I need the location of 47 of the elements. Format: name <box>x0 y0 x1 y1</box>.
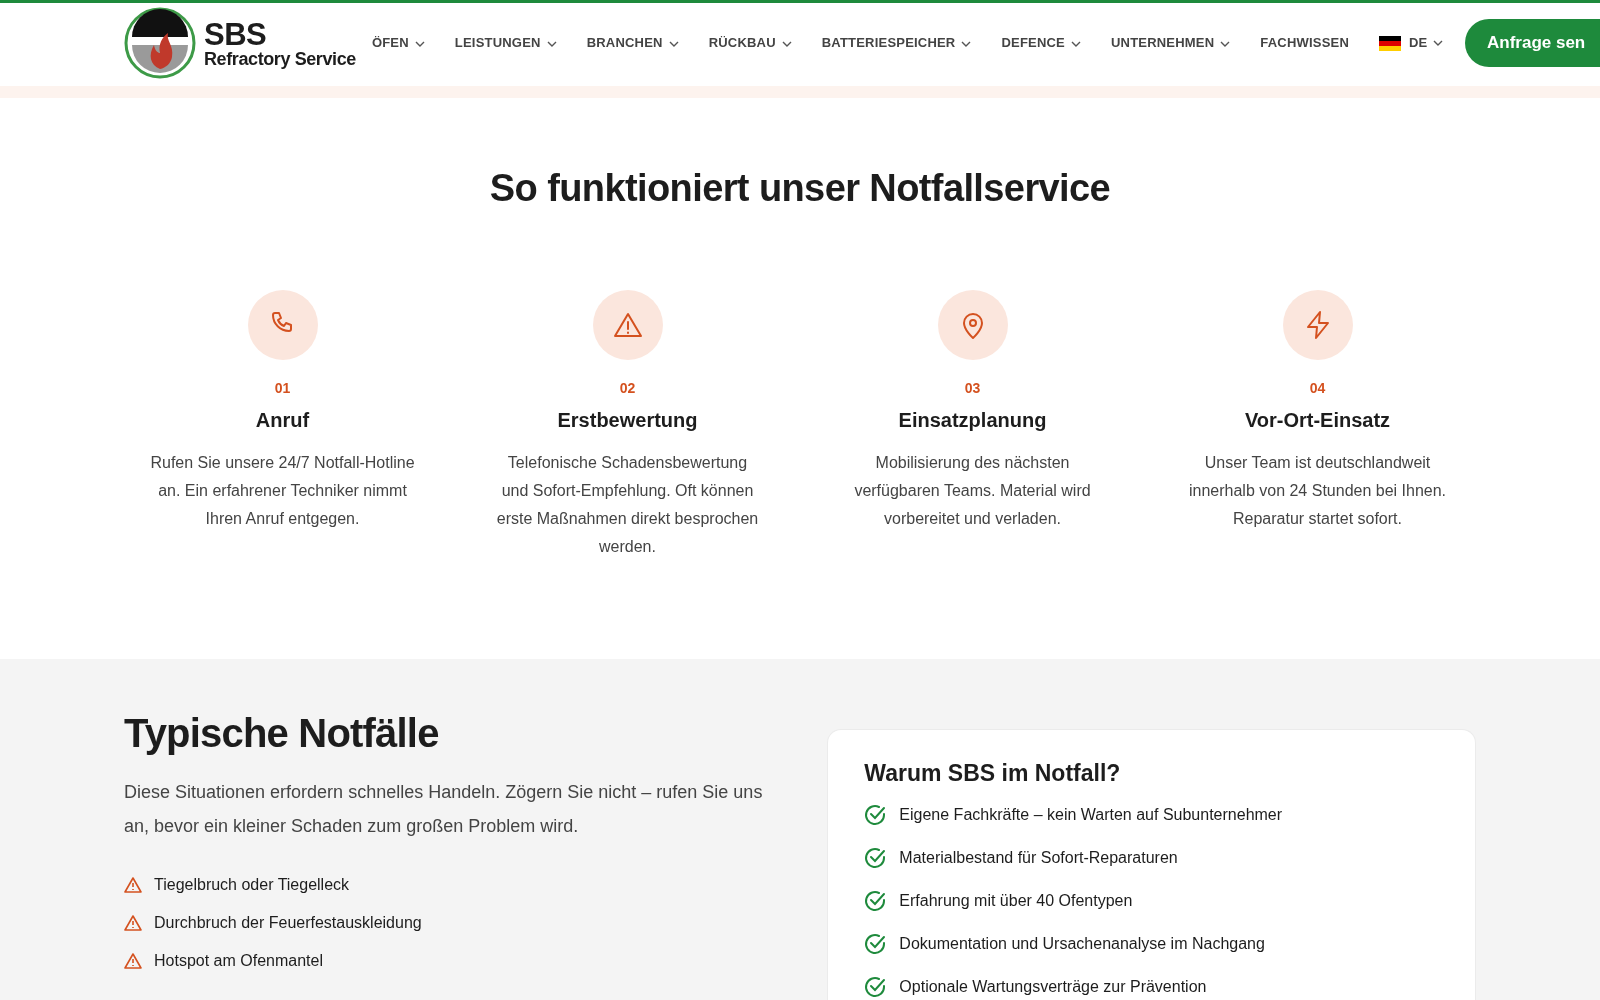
step-title: Anruf <box>255 407 310 433</box>
step-title: Einsatzplanung <box>898 407 1047 433</box>
warning-icon <box>124 952 142 969</box>
nav-link[interactable]: FACHWISSEN <box>1260 33 1349 53</box>
step-number: 04 <box>1309 378 1326 398</box>
list-item-text: Erfahrung mit über 40 Ofentypen <box>899 890 1133 911</box>
warning-icon <box>124 876 142 893</box>
nav-link[interactable]: RÜCKBAU <box>708 33 792 53</box>
logo-text: SBS <box>204 18 268 50</box>
nav-link[interactable]: BRANCHEN <box>586 33 679 53</box>
nav-link[interactable]: DEFENCE <box>1001 33 1081 53</box>
language-selector[interactable]: DE <box>1378 33 1444 53</box>
request-button[interactable]: Anfrage sen <box>1465 19 1600 67</box>
check-circle-icon <box>864 932 887 955</box>
check-circle-icon <box>864 975 887 998</box>
list-item-text: Tiegelbruch oder Tiegelleck <box>154 874 350 895</box>
nav-link[interactable]: LEISTUNGEN <box>454 33 557 53</box>
check-circle-icon <box>864 846 887 869</box>
list-item-text: Hotspot am Ofenmantel <box>154 950 323 971</box>
nav-link[interactable]: BATTERIESPEICHER <box>821 33 972 53</box>
check-circle-icon <box>864 803 887 826</box>
step-number: 02 <box>619 378 636 398</box>
list-item-text: Optionale Wartungsverträge zur Prävention <box>899 976 1207 997</box>
step-description: Unser Team ist deutschlandweit innerhalb von 24 Stunden bei Ihnen. Reparatur startet sofort. <box>1187 452 1448 529</box>
card-title: Warum SBS im Notfall? <box>864 759 1122 788</box>
step-description: Telefonische Schadensbewertung und Sofort-Empfehlung. Oft können erste Maßnahmen direkt besprochen werden. <box>495 452 760 557</box>
step-number: 03 <box>964 378 981 398</box>
check-circle-icon <box>864 889 887 912</box>
list-item-text: Materialbestand für Sofort-Reparaturen <box>899 847 1178 868</box>
nav-link[interactable]: UNTERNEHMEN <box>1111 33 1231 53</box>
warning-icon <box>124 914 142 931</box>
intro-paragraph: Diese Situationen erfordern schnelles Handeln. Zögern Sie nicht – rufen Sie uns an, bevor ein kleiner Schaden zum großen Problem wird. <box>124 780 764 838</box>
nav-link[interactable]: ÖFEN <box>371 33 425 53</box>
list-item-text: Dokumentation und Ursachenanalyse im Nachgang <box>899 933 1265 954</box>
flag-icon <box>1378 35 1401 51</box>
logo-icon <box>124 7 196 79</box>
section-heading: So funktioniert unser Notfallservice <box>488 166 1112 211</box>
caret-icon <box>1433 40 1444 46</box>
list-item-text: Durchbruch der Feuerfestauskleidung <box>154 912 422 933</box>
step-description: Rufen Sie unsere 24/7 Notfall-Hotline an. Ein erfahrener Techniker nimmt Ihren Anruf entgegen. <box>150 452 415 529</box>
step-number: 01 <box>274 378 291 398</box>
section-heading: Typische Notfälle <box>124 709 440 757</box>
list-item-text: Eigene Fachkräfte – kein Warten auf Subunternehmer <box>899 804 1283 825</box>
logo-subtitle: Refractory Service <box>204 49 356 68</box>
step-description: Mobilisierung des nächsten verfügbaren Teams. Material wird vorbereitet und verladen. <box>853 452 1092 529</box>
step-title: Erstbewertung <box>557 407 698 433</box>
step-title: Vor-Ort-Einsatz <box>1244 407 1391 433</box>
